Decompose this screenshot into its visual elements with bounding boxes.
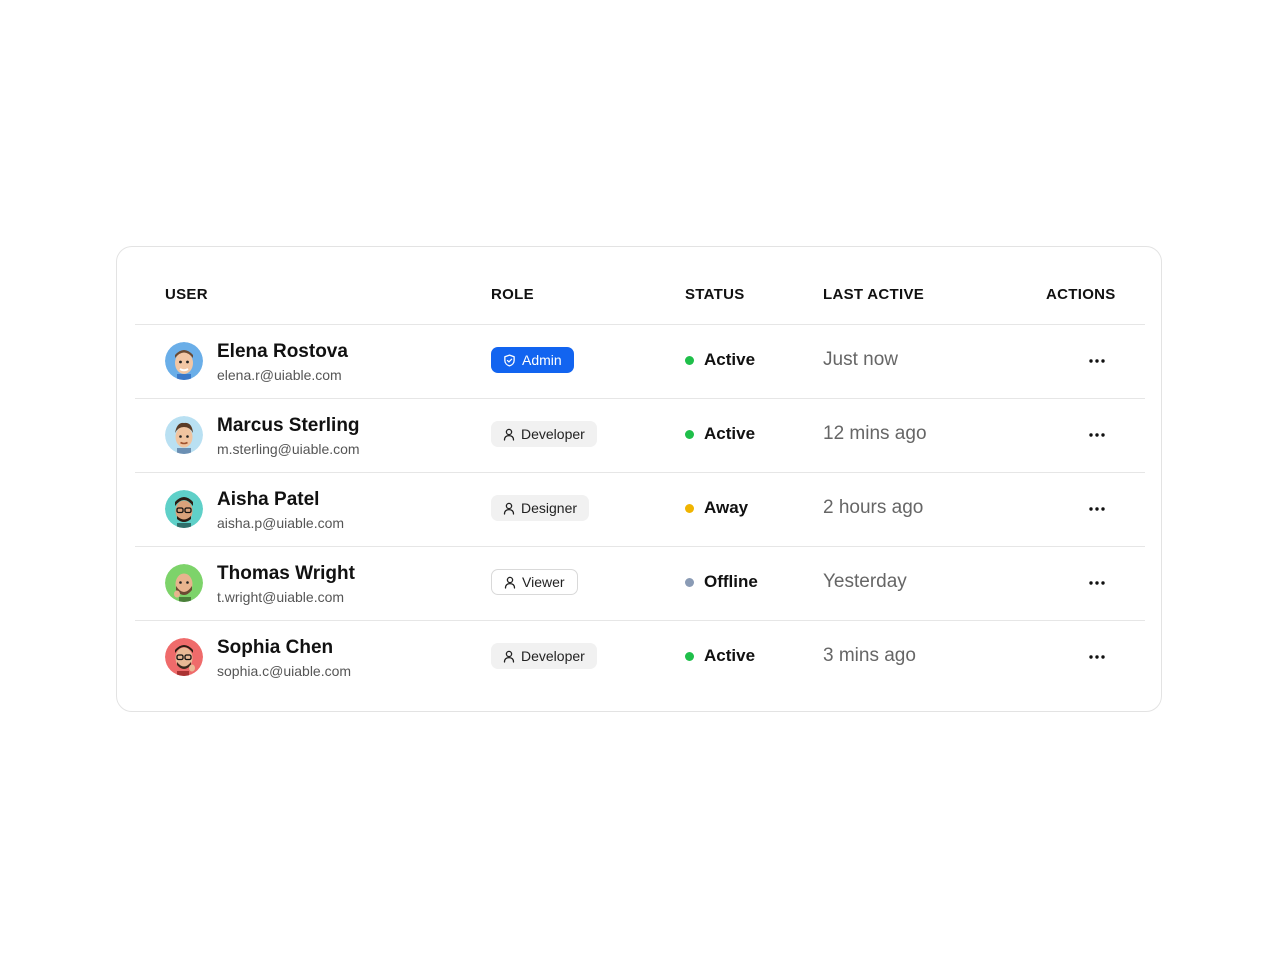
more-horizontal-icon [1089, 433, 1105, 437]
role-label: Developer [521, 648, 585, 664]
status-dot [685, 503, 694, 513]
shield-icon [504, 353, 515, 367]
status-indicator: Active [685, 424, 755, 444]
avatar [165, 342, 203, 380]
user-icon [503, 502, 515, 515]
user-email: t.wright@uiable.com [217, 589, 345, 605]
status-indicator: Away [685, 498, 748, 518]
table-header: USER ROLE STATUS LAST ACTIVE ACTIONS [135, 247, 1145, 325]
user-email: aisha.p@uiable.com [217, 515, 345, 531]
last-active-time: Yesterday [823, 571, 907, 592]
more-horizontal-icon [1089, 655, 1105, 659]
status-dot [685, 355, 694, 365]
row-actions-button[interactable] [1081, 348, 1113, 374]
header-status: STATUS [685, 286, 745, 303]
row-actions-button[interactable] [1081, 496, 1113, 522]
more-horizontal-icon [1089, 507, 1105, 511]
user-name: Elena Rostova [217, 341, 348, 362]
user-name: Thomas Wright [217, 563, 355, 584]
user-name: Sophia Chen [217, 637, 334, 658]
user-email: m.sterling@uiable.com [217, 441, 360, 457]
status-dot [685, 429, 694, 439]
avatar [165, 638, 203, 676]
role-label: Admin [522, 352, 562, 368]
avatar [165, 416, 203, 454]
role-label: Designer [521, 500, 578, 516]
user-email: elena.r@uiable.com [217, 367, 342, 383]
role-badge-developer: Developer [491, 643, 597, 669]
last-active-time: 3 mins ago [823, 645, 916, 666]
row-actions-button[interactable] [1081, 570, 1113, 596]
status-label: Away [704, 498, 749, 517]
role-badge-viewer: Viewer [491, 569, 578, 595]
table-row: Thomas Wright t.wright@uiable.com Viewer… [135, 546, 1145, 621]
role-label: Viewer [522, 574, 565, 590]
role-badge-developer: Developer [491, 421, 597, 447]
more-horizontal-icon [1089, 359, 1105, 363]
status-indicator: Offline [685, 572, 758, 592]
user-name: Aisha Patel [217, 489, 320, 510]
user-icon [504, 576, 516, 589]
user-icon [503, 650, 515, 663]
table-row: Sophia Chen sophia.c@uiable.com Develope… [135, 620, 1145, 694]
table-row: Elena Rostova elena.r@uiable.com Admin A… [135, 324, 1145, 399]
user-email: sophia.c@uiable.com [217, 663, 352, 679]
users-table-card: USER ROLE STATUS LAST ACTIVE ACTIONS Ele… [116, 246, 1162, 712]
status-indicator: Active [685, 646, 755, 666]
last-active-time: 12 mins ago [823, 423, 927, 444]
avatar [165, 564, 203, 602]
role-label: Developer [521, 426, 585, 442]
status-label: Active [704, 350, 756, 369]
status-label: Offline [704, 572, 758, 591]
status-indicator: Active [685, 350, 755, 370]
header-actions: ACTIONS [1046, 286, 1116, 303]
table-row: Aisha Patel aisha.p@uiable.com Designer … [135, 472, 1145, 547]
user-name: Marcus Sterling [217, 415, 360, 436]
avatar [165, 490, 203, 528]
status-dot [685, 577, 694, 587]
role-badge-designer: Designer [491, 495, 590, 521]
header-last-active: LAST ACTIVE [823, 286, 925, 303]
more-horizontal-icon [1089, 581, 1105, 585]
role-badge-admin: Admin [491, 347, 574, 373]
status-dot [685, 651, 694, 661]
last-active-time: 2 hours ago [823, 497, 924, 518]
row-actions-button[interactable] [1081, 644, 1113, 670]
header-user: USER [165, 286, 208, 303]
header-role: ROLE [491, 286, 534, 303]
last-active-time: Just now [823, 349, 898, 370]
status-label: Active [704, 424, 756, 443]
status-label: Active [704, 646, 756, 665]
user-icon [503, 428, 515, 441]
table-row: Marcus Sterling m.sterling@uiable.com De… [135, 398, 1145, 473]
row-actions-button[interactable] [1081, 422, 1113, 448]
